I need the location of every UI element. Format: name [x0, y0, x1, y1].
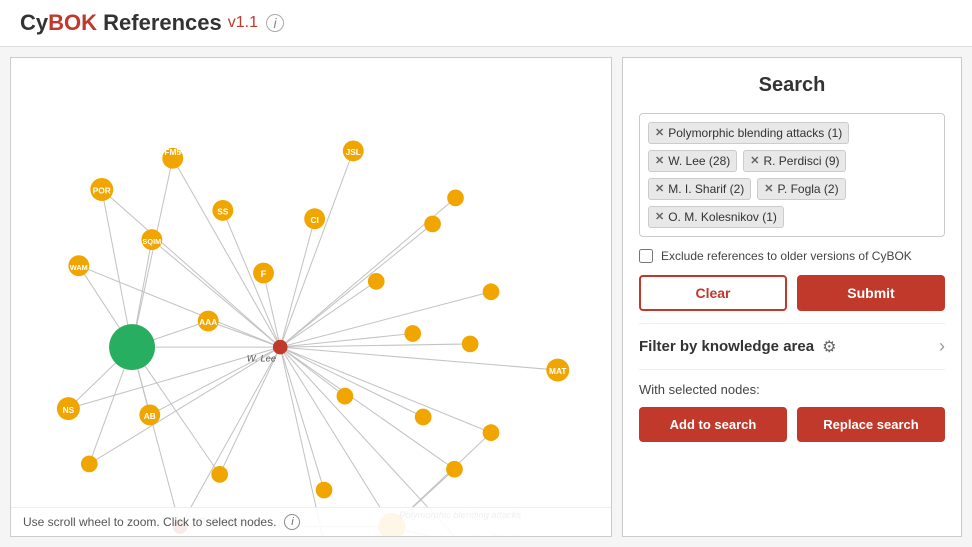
add-to-search-button[interactable]: Add to search: [639, 407, 787, 442]
tag-misharif-close[interactable]: ✕: [655, 184, 664, 195]
tag-pfogla-close[interactable]: ✕: [764, 184, 773, 195]
graph-svg: FM5 JSL POR SS CI SQIM WAM F AAA: [11, 58, 611, 536]
node-3[interactable]: [368, 273, 385, 290]
tag-pfogla: ✕ P. Fogla (2): [757, 178, 845, 200]
svg-text:JSL: JSL: [346, 147, 361, 157]
svg-text:CI: CI: [310, 215, 318, 225]
selected-nodes-buttons: Add to search Replace search: [639, 407, 945, 442]
tag-poly-label: Polymorphic blending attacks (1): [668, 126, 842, 140]
brand-cy: Cy: [20, 10, 48, 35]
node-1[interactable]: [424, 216, 441, 233]
node-13[interactable]: [446, 461, 463, 478]
header-info-icon[interactable]: i: [266, 14, 284, 32]
svg-text:POR: POR: [93, 186, 111, 196]
svg-text:AB: AB: [144, 411, 156, 421]
right-panel: Search ✕ Polymorphic blending attacks (1…: [622, 57, 962, 537]
clear-button[interactable]: Clear: [639, 275, 787, 311]
brand-bok: BOK: [48, 10, 97, 35]
node-4[interactable]: [483, 283, 500, 300]
svg-text:W. Lee: W. Lee: [247, 353, 276, 364]
search-panel-title: Search: [639, 74, 945, 97]
svg-text:WAM: WAM: [70, 263, 88, 272]
svg-text:FM5: FM5: [164, 147, 181, 157]
tag-wlee-close[interactable]: ✕: [655, 156, 664, 167]
graph-footer-text: Use scroll wheel to zoom. Click to selec…: [23, 515, 276, 529]
svg-text:F: F: [261, 268, 267, 279]
node-2[interactable]: [447, 190, 464, 207]
node-11[interactable]: [211, 466, 228, 483]
tag-misharif: ✕ M. I. Sharif (2): [648, 178, 751, 200]
exclude-checkbox[interactable]: [639, 249, 653, 263]
node-10[interactable]: [81, 456, 98, 473]
node-6[interactable]: [462, 336, 479, 353]
tag-omkol: ✕ O. M. Kolesnikov (1): [648, 206, 784, 228]
svg-text:AAA: AAA: [199, 317, 217, 327]
app-title: CyBOK References: [20, 10, 222, 36]
svg-text:NS: NS: [63, 405, 75, 415]
filter-label: Filter by knowledge area: [639, 338, 814, 355]
tag-omkol-label: O. M. Kolesnikov (1): [668, 210, 777, 224]
tag-omkol-close[interactable]: ✕: [655, 212, 664, 223]
svg-text:SQIM: SQIM: [143, 237, 162, 246]
node-center[interactable]: [109, 324, 155, 370]
node-9[interactable]: [483, 424, 500, 441]
selected-nodes-section: With selected nodes: Add to search Repla…: [639, 369, 945, 442]
tag-rperd-label: R. Perdisci (9): [763, 154, 839, 168]
tag-poly-close[interactable]: ✕: [655, 128, 664, 139]
exclude-checkbox-row: Exclude references to older versions of …: [639, 249, 945, 263]
app-version: v1.1: [228, 14, 258, 32]
filter-section: Filter by knowledge area ⚙ ›: [639, 323, 945, 357]
filter-settings-icon[interactable]: ⚙: [822, 337, 836, 357]
tag-rperd: ✕ R. Perdisci (9): [743, 150, 846, 172]
exclude-label: Exclude references to older versions of …: [661, 249, 912, 263]
search-tags-container: ✕ Polymorphic blending attacks (1) ✕ W. …: [639, 113, 945, 237]
svg-text:MAT: MAT: [549, 366, 566, 376]
selected-nodes-label: With selected nodes:: [639, 382, 945, 397]
filter-left: Filter by knowledge area ⚙: [639, 337, 836, 357]
graph-footer: Use scroll wheel to zoom. Click to selec…: [11, 507, 611, 536]
action-buttons-row: Clear Submit: [639, 275, 945, 311]
tag-wlee: ✕ W. Lee (28): [648, 150, 737, 172]
brand-rest: References: [97, 10, 222, 35]
submit-button[interactable]: Submit: [797, 275, 945, 311]
tag-wlee-label: W. Lee (28): [668, 154, 730, 168]
tag-poly: ✕ Polymorphic blending attacks (1): [648, 122, 849, 144]
graph-container[interactable]: FM5 JSL POR SS CI SQIM WAM F AAA: [10, 57, 612, 537]
main-content: FM5 JSL POR SS CI SQIM WAM F AAA: [0, 47, 972, 547]
replace-search-button[interactable]: Replace search: [797, 407, 945, 442]
svg-text:SS: SS: [217, 207, 229, 217]
node-12[interactable]: [316, 482, 333, 499]
filter-chevron-icon[interactable]: ›: [939, 336, 945, 357]
node-8[interactable]: [415, 409, 432, 426]
header: CyBOK References v1.1 i: [0, 0, 972, 47]
tag-rperd-close[interactable]: ✕: [750, 156, 759, 167]
graph-info-icon[interactable]: i: [284, 514, 300, 530]
tag-misharif-label: M. I. Sharif (2): [668, 182, 744, 196]
node-5[interactable]: [404, 325, 421, 342]
node-7[interactable]: [337, 388, 354, 405]
tag-pfogla-label: P. Fogla (2): [777, 182, 838, 196]
